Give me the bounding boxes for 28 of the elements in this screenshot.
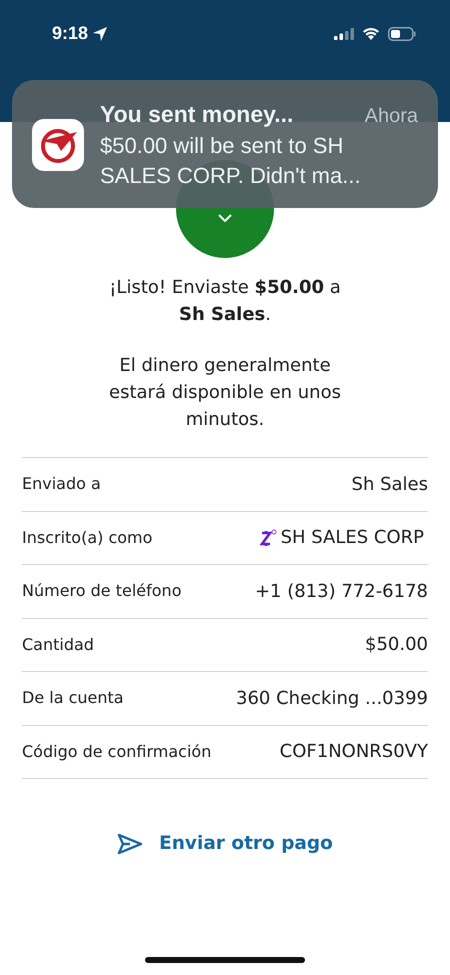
notification-body: $50.00 will be sent to SH SALES CORP. Didn't ma...	[100, 132, 362, 190]
send-icon	[117, 832, 144, 855]
wifi-icon	[362, 27, 380, 40]
signal-icon	[334, 28, 354, 40]
detail-value: Sh Sales	[352, 472, 428, 497]
detail-label: Inscrito(a) como	[22, 526, 152, 549]
notification-time: Ahora	[364, 104, 418, 129]
detail-value: +1 (813) 772-6178	[254, 580, 428, 604]
detail-value: 360 Checking ...0399	[236, 686, 428, 711]
battery-icon	[388, 26, 416, 40]
detail-label: Código de confirmación	[22, 740, 212, 763]
notification-title: You sent money...	[100, 100, 294, 129]
location-icon	[92, 26, 108, 42]
confirmation-message: ¡Listo! Enviaste $50.00 a Sh Sales.	[108, 276, 342, 327]
notification-banner[interactable]: You sent money... Ahora $50.00 will be sent to SH SALES CORP. Didn't ma...	[12, 80, 438, 208]
availability-note: El dinero generalmente estará disponible en unos minutos.	[108, 354, 342, 432]
detail-value: SH SALES CORP	[280, 526, 424, 550]
app-icon	[32, 119, 84, 171]
send-another-payment-link[interactable]: Enviar otro pago	[111, 829, 339, 859]
check-icon	[218, 214, 232, 222]
status-time: 9:18	[52, 22, 88, 45]
detail-value: $50.00	[365, 633, 428, 658]
detail-value: COF1NONRS0VY	[280, 740, 428, 764]
detail-label: Enviado a	[22, 473, 101, 496]
detail-label: Número de teléfono	[22, 580, 182, 602]
detail-label: De la cuenta	[22, 687, 124, 710]
detail-label: Cantidad	[22, 634, 94, 656]
enrolled-icon	[258, 528, 277, 547]
